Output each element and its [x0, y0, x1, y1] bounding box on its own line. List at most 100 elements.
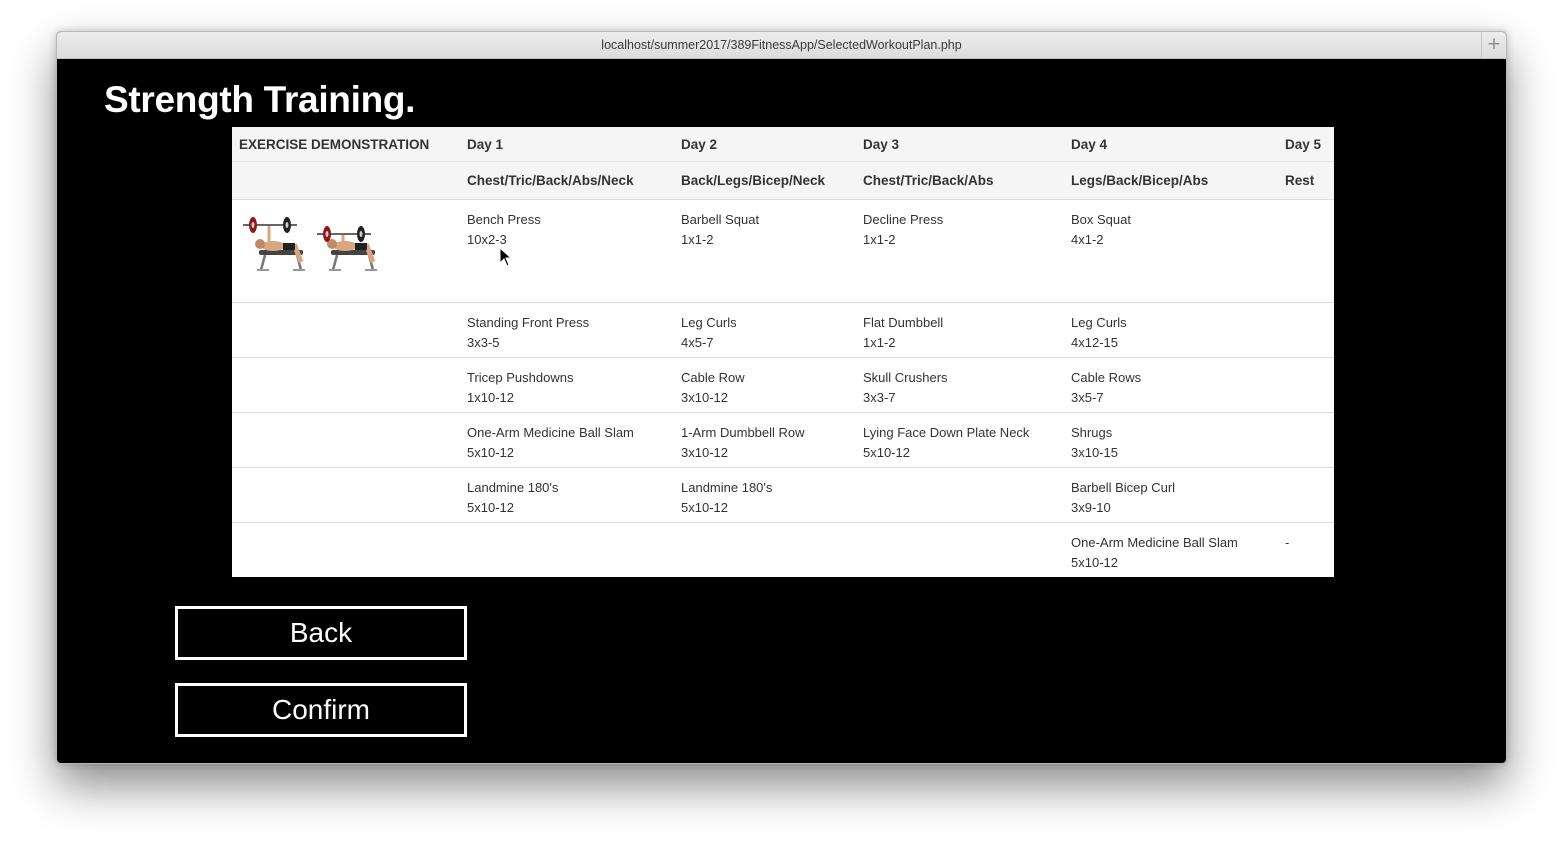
exercise-cell-day-3: Decline Press 1x1-2 — [856, 199, 1064, 303]
mouse-cursor-icon — [499, 247, 513, 267]
exercise-demo-cell — [232, 302, 460, 358]
exercise-name: Landmine 180's — [467, 480, 559, 495]
exercise-cell-day-3: Lying Face Down Plate Neck 5x10-12 — [856, 412, 1064, 468]
exercise-name: Shrugs — [1071, 425, 1113, 440]
table-header-row: EXERCISE DEMONSTRATION Day 1 Day 2 Day 3… — [232, 127, 1334, 162]
exercise-cell-day-3 — [856, 522, 1064, 577]
exercise-cell-day-2: 1-Arm Dumbbell Row 3x10-12 — [674, 412, 856, 468]
exercise-name: Flat Dumbbell — [863, 315, 944, 330]
exercise-cell-day-3: Skull Crushers 3x3-7 — [856, 357, 1064, 413]
exercise-name: Bench Press — [467, 212, 541, 227]
exercise-sets-reps: 3x10-12 — [681, 389, 728, 405]
column-header-day-2: Day 2 — [674, 127, 856, 162]
exercise-demo-cell — [232, 467, 460, 523]
subheader-day-2-focus: Back/Legs/Bicep/Neck — [674, 161, 856, 200]
column-header-day-5: Day 5 — [1278, 127, 1334, 162]
exercise-sets-reps: 5x10-12 — [681, 499, 728, 515]
subheader-day-3-focus: Chest/Tric/Back/Abs — [856, 161, 1064, 200]
workout-plan-table: EXERCISE DEMONSTRATION Day 1 Day 2 Day 3… — [232, 127, 1334, 577]
exercise-sets-reps: 5x10-12 — [467, 444, 514, 460]
exercise-sets-reps: 5x10-12 — [863, 444, 910, 460]
subheader-demo — [232, 161, 460, 200]
exercise-name: Tricep Pushdowns — [467, 370, 574, 385]
exercise-cell-day-2: Barbell Squat 1x1-2 — [674, 199, 856, 303]
exercise-cell-day-4: Leg Curls 4x12-15 — [1064, 302, 1278, 358]
exercise-cell-day-2: Landmine 180's 5x10-12 — [674, 467, 856, 523]
subheader-day-5-focus: Rest — [1278, 161, 1334, 200]
exercise-cell-day-4: One-Arm Medicine Ball Slam 5x10-12 — [1064, 522, 1278, 577]
exercise-sets-reps: 1x1-2 — [863, 334, 896, 350]
exercise-sets-reps: 3x3-5 — [467, 334, 500, 350]
exercise-cell-day-1 — [460, 522, 674, 577]
exercise-sets-reps: 4x12-15 — [1071, 334, 1118, 350]
table-row: Bench Press 10x2-3 Barbell Squat 1x1-2 Decli… — [232, 199, 1334, 303]
exercise-name: Cable Rows — [1071, 370, 1142, 385]
exercise-cell-day-4: Cable Rows 3x5-7 — [1064, 357, 1278, 413]
confirm-button[interactable]: Confirm — [175, 683, 467, 737]
exercise-sets-reps: 1x10-12 — [467, 389, 514, 405]
exercise-sets-reps: 1x1-2 — [681, 231, 714, 247]
exercise-sets-reps: 3x9-10 — [1071, 499, 1111, 515]
exercise-sets-reps: 10x2-3 — [467, 231, 507, 247]
bench-press-demo-image — [243, 217, 377, 271]
exercise-demo-cell — [232, 412, 460, 468]
table-row: Standing Front Press 3x3-5 Leg Curls 4x5-7 F… — [232, 302, 1334, 358]
exercise-name: Landmine 180's — [681, 480, 773, 495]
subheader-day-4-focus: Legs/Back/Bicep/Abs — [1064, 161, 1278, 200]
column-header-day-1: Day 1 — [460, 127, 674, 162]
exercise-cell-day-4: Box Squat 4x1-2 — [1064, 199, 1278, 303]
exercise-cell-day-2: Leg Curls 4x5-7 — [674, 302, 856, 358]
browser-titlebar: localhost/summer2017/389FitnessApp/Selec… — [57, 32, 1506, 59]
exercise-name: 1-Arm Dumbbell Row — [681, 425, 805, 440]
exercise-sets-reps: 1x1-2 — [863, 231, 896, 247]
exercise-cell-day-5: - — [1278, 522, 1334, 577]
exercise-sets-reps: 5x10-12 — [1071, 554, 1118, 570]
exercise-cell-day-1: Bench Press 10x2-3 — [460, 199, 674, 303]
table-row: One-Arm Medicine Ball Slam 5x10-12 1-Arm D… — [232, 412, 1334, 468]
exercise-name: Leg Curls — [1071, 315, 1127, 330]
exercise-name: Skull Crushers — [863, 370, 948, 385]
exercise-name: Barbell Bicep Curl — [1071, 480, 1176, 495]
exercise-name: One-Arm Medicine Ball Slam — [467, 425, 634, 440]
exercise-cell-day-4: Barbell Bicep Curl 3x9-10 — [1064, 467, 1278, 523]
table-subheader-row: Chest/Tric/Back/Abs/Neck Back/Legs/Bicep… — [232, 161, 1334, 200]
back-button[interactable]: Back — [175, 606, 467, 660]
exercise-cell-day-3: Flat Dumbbell 1x1-2 — [856, 302, 1064, 358]
subheader-day-1-focus: Chest/Tric/Back/Abs/Neck — [460, 161, 674, 200]
address-bar-url[interactable]: localhost/summer2017/389FitnessApp/Selec… — [57, 32, 1506, 58]
exercise-name: Standing Front Press — [467, 315, 590, 330]
exercise-name: - — [1285, 535, 1290, 550]
exercise-name: Cable Row — [681, 370, 745, 385]
table-row: Landmine 180's 5x10-12 Landmine 180's 5x10-… — [232, 467, 1334, 523]
exercise-cell-day-1: Landmine 180's 5x10-12 — [460, 467, 674, 523]
exercise-sets-reps: 3x10-15 — [1071, 444, 1118, 460]
exercise-sets-reps: 5x10-12 — [467, 499, 514, 515]
exercise-cell-day-5 — [1278, 199, 1334, 303]
exercise-demo-cell — [232, 357, 460, 413]
exercise-name: Decline Press — [863, 212, 944, 227]
exercise-sets-reps: 3x3-7 — [863, 389, 896, 405]
exercise-cell-day-5 — [1278, 302, 1334, 358]
exercise-cell-day-3 — [856, 467, 1064, 523]
exercise-cell-day-5 — [1278, 357, 1334, 413]
new-tab-plus-icon[interactable]: + — [1481, 32, 1506, 58]
exercise-sets-reps: 3x10-12 — [681, 444, 728, 460]
exercise-sets-reps: 4x1-2 — [1071, 231, 1104, 247]
exercise-cell-day-1: Tricep Pushdowns 1x10-12 — [460, 357, 674, 413]
exercise-cell-day-4: Shrugs 3x10-15 — [1064, 412, 1278, 468]
exercise-name: Barbell Squat — [681, 212, 760, 227]
table-row: Tricep Pushdowns 1x10-12 Cable Row 3x10-12 S… — [232, 357, 1334, 413]
exercise-sets-reps: 4x5-7 — [681, 334, 714, 350]
page-title: Strength Training. — [104, 79, 416, 120]
exercise-cell-day-5 — [1278, 467, 1334, 523]
exercise-name: Box Squat — [1071, 212, 1131, 227]
exercise-demo-cell — [232, 199, 460, 303]
exercise-sets-reps: 3x5-7 — [1071, 389, 1104, 405]
exercise-cell-day-1: Standing Front Press 3x3-5 — [460, 302, 674, 358]
table-body: Bench Press 10x2-3 Barbell Squat 1x1-2 Decli… — [232, 199, 1334, 577]
exercise-cell-day-5 — [1278, 412, 1334, 468]
exercise-cell-day-2: Cable Row 3x10-12 — [674, 357, 856, 413]
column-header-day-4: Day 4 — [1064, 127, 1278, 162]
exercise-name: Leg Curls — [681, 315, 737, 330]
exercise-name: Lying Face Down Plate Neck — [863, 425, 1030, 440]
